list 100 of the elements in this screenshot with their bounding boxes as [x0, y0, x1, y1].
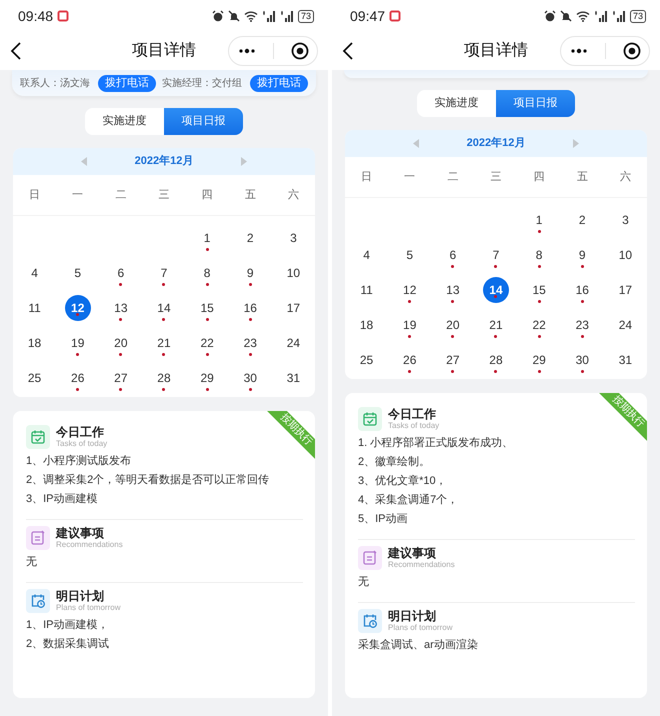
day-cell[interactable]: 29: [526, 346, 552, 372]
contact-label: 实施经理：交付组: [162, 76, 242, 90]
weekday-label: 五: [576, 170, 589, 185]
day-cell[interactable]: 19: [396, 312, 423, 338]
day-cell[interactable]: 6: [440, 242, 466, 268]
wifi-icon: [244, 10, 258, 22]
day-cell[interactable]: 25: [22, 364, 48, 390]
section-subtitle: Recommendations: [388, 560, 455, 570]
day-cell[interactable]: 2: [569, 206, 596, 232]
mute-icon: [560, 10, 572, 22]
alarm-icon: [544, 10, 556, 22]
day-cell[interactable]: 20: [108, 330, 134, 356]
capsule-menu[interactable]: [228, 36, 318, 66]
day-cell[interactable]: 10: [280, 260, 306, 286]
back-icon[interactable]: [342, 41, 354, 61]
contact-label: 联系人：汤文海: [20, 76, 90, 90]
report-line: 2、徽章绘制。: [358, 454, 432, 470]
capsule-menu[interactable]: [560, 36, 650, 66]
day-cell[interactable]: 13: [108, 294, 134, 320]
signal-icon: [594, 10, 608, 22]
day-cell[interactable]: 18: [354, 312, 380, 338]
day-cell[interactable]: 5: [64, 260, 91, 286]
signal-icon: [612, 10, 626, 22]
day-cell[interactable]: 4: [22, 260, 48, 286]
day-cell[interactable]: 13: [440, 276, 466, 302]
day-cell[interactable]: 12: [396, 276, 423, 302]
day-cell[interactable]: 3: [280, 224, 306, 250]
more-icon: [238, 48, 256, 54]
day-cell[interactable]: 14: [150, 294, 177, 320]
day-cell[interactable]: 8: [526, 242, 552, 268]
tab[interactable]: 实施进度: [417, 90, 496, 117]
day-cell[interactable]: 26: [64, 364, 91, 390]
day-cell[interactable]: 25: [354, 346, 380, 372]
signal-icon: [262, 10, 276, 22]
more-icon: [570, 48, 588, 54]
call-button[interactable]: 拨打电话: [98, 74, 156, 92]
day-cell[interactable]: 17: [612, 276, 638, 302]
day-cell[interactable]: 20: [440, 312, 466, 338]
section-subtitle: Plans of tomorrow: [388, 623, 452, 633]
day-cell[interactable]: 9: [569, 242, 596, 268]
day-cell[interactable]: 30: [569, 346, 596, 372]
calendar-clock-icon: [362, 613, 378, 629]
day-cell[interactable]: 2: [237, 224, 264, 250]
day-cell[interactable]: 12: [64, 294, 91, 320]
day-cell[interactable]: 16: [569, 276, 596, 302]
day-cell[interactable]: 27: [440, 346, 466, 372]
day-cell[interactable]: 15: [526, 276, 552, 302]
day-cell[interactable]: 3: [612, 206, 638, 232]
day-cell[interactable]: 22: [526, 312, 552, 338]
day-cell[interactable]: 22: [194, 330, 220, 356]
day-cell[interactable]: 23: [569, 312, 596, 338]
note-icon: [362, 550, 378, 566]
day-cell[interactable]: 24: [612, 312, 638, 338]
day-cell[interactable]: 31: [612, 346, 638, 372]
day-cell[interactable]: 11: [22, 294, 48, 320]
report-line: 无: [26, 555, 38, 570]
day-cell[interactable]: 7: [482, 242, 509, 268]
month-title: 2022年12月: [466, 136, 526, 152]
tab[interactable]: 项目日报: [496, 90, 575, 117]
day-cell[interactable]: 21: [482, 312, 509, 338]
weekday-label: 二: [446, 170, 460, 185]
day-cell[interactable]: 6: [108, 260, 134, 286]
back-icon[interactable]: [10, 41, 22, 61]
day-cell[interactable]: 18: [22, 330, 48, 356]
day-cell[interactable]: 29: [194, 364, 220, 390]
report-line: 3、IP动画建模: [26, 492, 99, 507]
call-button[interactable]: 拨打电话: [250, 74, 308, 92]
day-cell[interactable]: 5: [396, 242, 423, 268]
day-cell[interactable]: 4: [354, 242, 380, 268]
day-cell[interactable]: 10: [612, 242, 638, 268]
day-cell[interactable]: 14: [482, 276, 509, 302]
section-title: 建议事项: [56, 526, 105, 540]
day-cell[interactable]: 23: [237, 330, 264, 356]
day-cell[interactable]: 11: [354, 276, 380, 302]
day-cell[interactable]: 28: [150, 364, 177, 390]
day-cell[interactable]: 24: [280, 330, 306, 356]
section-title: 明日计划: [56, 589, 105, 603]
day-cell[interactable]: 26: [396, 346, 423, 372]
wifi-icon: [576, 10, 590, 22]
tab[interactable]: 实施进度: [85, 108, 164, 135]
tab[interactable]: 项目日报: [164, 108, 243, 135]
day-cell[interactable]: 19: [64, 330, 91, 356]
report-line: 5、IP动画: [358, 512, 409, 527]
battery-indicator: 73: [298, 10, 314, 22]
day-cell[interactable]: 16: [237, 294, 264, 320]
notification-icon: [57, 10, 70, 22]
day-cell[interactable]: 8: [194, 260, 220, 286]
day-cell[interactable]: 28: [482, 346, 509, 372]
day-cell[interactable]: 17: [280, 294, 306, 320]
day-cell[interactable]: 7: [150, 260, 177, 286]
day-cell[interactable]: 1: [194, 224, 220, 250]
day-cell[interactable]: 1: [526, 206, 552, 232]
day-cell[interactable]: 31: [280, 364, 306, 390]
day-cell[interactable]: 15: [194, 294, 220, 320]
report-line: 采集盒调试、ar动画渲染: [358, 638, 479, 653]
day-cell[interactable]: 27: [108, 364, 134, 390]
day-cell[interactable]: 30: [237, 364, 264, 390]
day-cell[interactable]: 9: [237, 260, 264, 286]
day-cell[interactable]: 21: [150, 330, 177, 356]
report-line: 4、采集盒调通7个，: [358, 492, 460, 508]
